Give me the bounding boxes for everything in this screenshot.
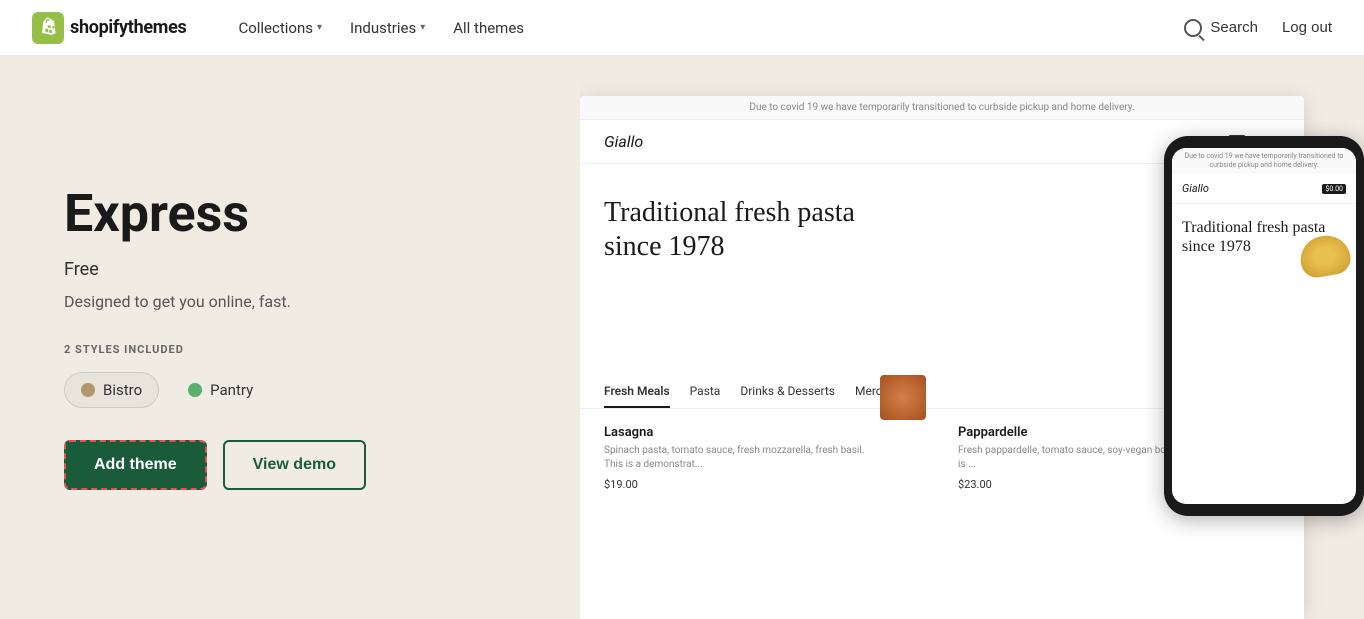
style-options: Bistro Pantry [64,372,516,408]
mobile-store-name: Giallo [1182,182,1209,195]
search-button[interactable]: Search [1184,19,1258,37]
nav-item-industries[interactable]: Industries ▾ [338,11,437,45]
bistro-label: Bistro [103,381,142,399]
header-right: Search Log out [1184,19,1332,37]
preview-container: Due to covid 19 we have temporarily tran… [580,96,1364,619]
logo[interactable]: shopifythemes [32,12,186,44]
search-icon [1184,19,1202,37]
mobile-navigation: Giallo $0.00 [1172,174,1356,204]
nav-item-collections[interactable]: Collections ▾ [226,11,334,45]
theme-info-panel: Express Free Designed to get you online,… [0,56,580,619]
preview-headline: Traditional fresh pasta since 1978 [604,196,864,368]
preview-item-details: Lasagna Spinach pasta, tomato sauce, fre… [604,425,880,491]
theme-description: Designed to get you online, fast. [64,292,516,311]
theme-preview-panel: Due to covid 19 we have temporarily tran… [580,56,1364,619]
pantry-label: Pantry [210,381,253,399]
theme-title: Express [64,185,516,242]
shopify-logo-icon [32,12,64,44]
mobile-preview: Due to covid 19 we have temporarily tran… [1164,136,1364,516]
style-option-pantry[interactable]: Pantry [171,372,270,408]
tab-pasta[interactable]: Pasta [690,384,721,408]
view-demo-button[interactable]: View demo [223,440,366,490]
style-option-bistro[interactable]: Bistro [64,372,159,408]
tab-fresh-meals[interactable]: Fresh Meals [604,384,670,408]
bistro-color-dot [81,383,95,397]
mobile-announcement-banner: Due to covid 19 we have temporarily tran… [1172,148,1356,174]
chevron-down-icon: ▾ [317,22,322,33]
theme-price: Free [64,259,516,280]
preview-announcement-banner: Due to covid 19 we have temporarily tran… [580,96,1304,120]
preview-store-name: Giallo [604,132,643,151]
pantry-color-dot [188,383,202,397]
main-content: Express Free Designed to get you online,… [0,56,1364,619]
mobile-cart-badge: $0.00 [1322,184,1346,194]
main-nav: Collections ▾ Industries ▾ All themes [226,11,1184,45]
styles-label: 2 STYLES INCLUDED [64,343,516,356]
preview-item-row: Lasagna Spinach pasta, tomato sauce, fre… [604,425,926,491]
item-price: $19.00 [604,478,880,491]
add-theme-button[interactable]: Add theme [64,440,207,490]
tab-drinks-desserts[interactable]: Drinks & Desserts [740,384,835,408]
nav-item-all-themes[interactable]: All themes [441,11,536,45]
chevron-down-icon: ▾ [420,22,425,33]
logo-text: shopifythemes [70,17,186,38]
item-description: Spinach pasta, tomato sauce, fresh mozza… [604,444,880,472]
action-buttons: Add theme View demo [64,440,516,490]
header: shopifythemes Collections ▾ Industries ▾… [0,0,1364,56]
item-name: Lasagna [604,425,880,440]
logout-button[interactable]: Log out [1282,19,1332,36]
mobile-screen: Due to covid 19 we have temporarily tran… [1172,148,1356,504]
preview-item-lasagna: Lasagna Spinach pasta, tomato sauce, fre… [604,425,926,491]
